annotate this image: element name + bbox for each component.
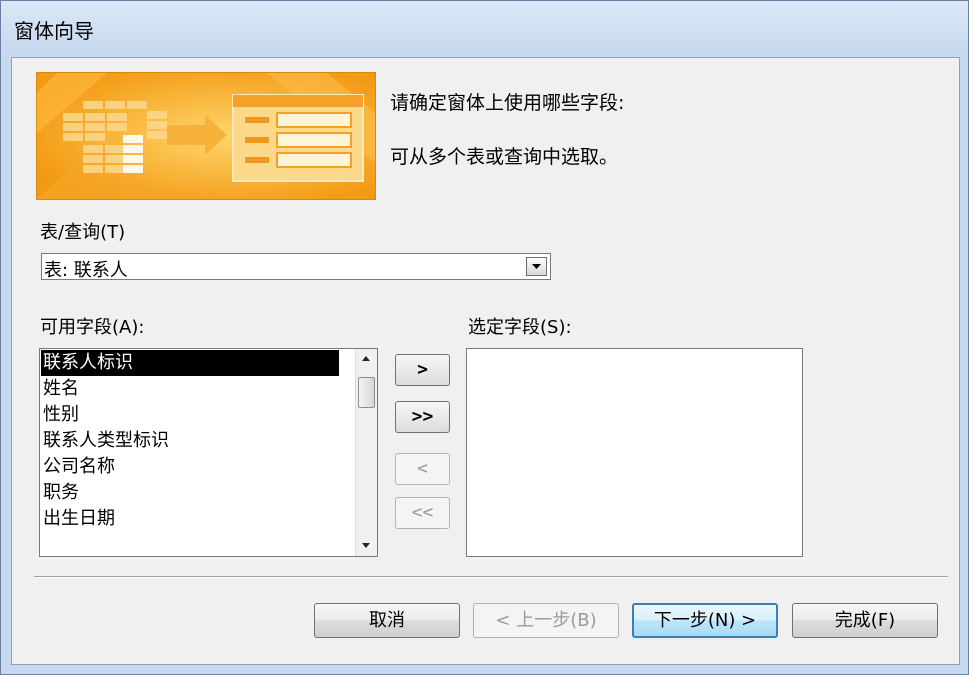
list-item[interactable]: 性别	[41, 402, 351, 428]
available-fields-list[interactable]: 联系人标识 姓名 性别 联系人类型标识 公司名称 职务 出生日期	[39, 348, 378, 557]
selected-fields-list[interactable]	[466, 348, 803, 557]
table-query-label: 表/查询(T)	[40, 222, 126, 243]
table-query-dropdown[interactable]: 表: 联系人	[41, 253, 551, 281]
title-bar[interactable]: 窗体向导	[1, 1, 968, 56]
table-query-value: 表: 联系人	[44, 260, 128, 281]
next-button[interactable]: 下一步(N) >	[632, 603, 778, 638]
add-all-fields-button[interactable]: >>	[395, 401, 450, 433]
divider	[34, 576, 948, 578]
remove-field-button[interactable]: <	[395, 453, 450, 485]
scroll-down-button[interactable]	[356, 536, 377, 556]
vertical-scrollbar[interactable]	[355, 349, 377, 556]
wizard-graphic-icon	[37, 73, 375, 199]
cancel-button[interactable]: 取消	[314, 603, 460, 638]
list-item[interactable]: 联系人类型标识	[41, 428, 351, 454]
form-wizard-window: 窗体向导 请确定窗体上使用哪些字段: 可从多个表或查询中选取。 表/查询(T) …	[0, 0, 969, 675]
list-item[interactable]: 联系人标识	[41, 350, 339, 376]
scrollbar-thumb[interactable]	[358, 377, 375, 408]
available-fields-label: 可用字段(A):	[40, 317, 145, 338]
selected-fields-label: 选定字段(S):	[468, 317, 572, 338]
window-title: 窗体向导	[14, 19, 94, 43]
dialog-client-area: 请确定窗体上使用哪些字段: 可从多个表或查询中选取。 表/查询(T) 表: 联系…	[11, 57, 960, 665]
scroll-up-button[interactable]	[356, 349, 377, 369]
add-field-button[interactable]: >	[395, 354, 450, 386]
scroll-down-arrow-icon	[362, 543, 370, 548]
prompt-text-fields: 请确定窗体上使用哪些字段:	[390, 92, 625, 114]
list-item[interactable]: 姓名	[41, 376, 351, 402]
available-fields-items: 联系人标识 姓名 性别 联系人类型标识 公司名称 职务 出生日期	[41, 350, 351, 532]
list-item[interactable]: 职务	[41, 480, 351, 506]
dropdown-arrow-button[interactable]	[526, 257, 547, 276]
finish-button[interactable]: 完成(F)	[792, 603, 938, 638]
scroll-up-arrow-icon	[362, 356, 370, 361]
chevron-down-icon	[532, 264, 541, 269]
list-item[interactable]: 公司名称	[41, 454, 351, 480]
back-button[interactable]: < 上一步(B)	[473, 603, 619, 638]
list-item[interactable]: 出生日期	[41, 506, 351, 532]
prompt-text-multiple-sources: 可从多个表或查询中选取。	[390, 146, 619, 168]
remove-all-fields-button[interactable]: <<	[395, 497, 450, 529]
wizard-illustration	[36, 72, 376, 200]
